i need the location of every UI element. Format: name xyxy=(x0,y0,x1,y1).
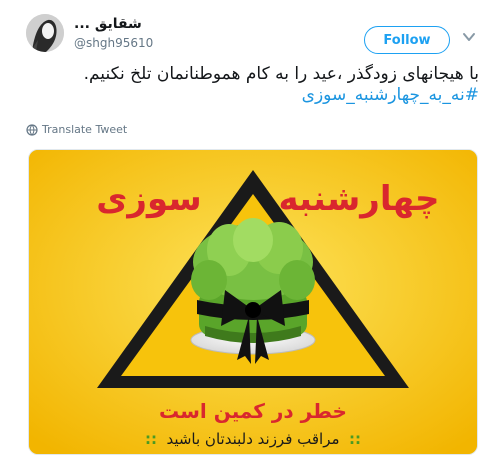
tweet-text-line: با هیجانهای زودگذر ،عید را به کام هموطنا… xyxy=(83,64,479,84)
hashtag-link[interactable]: #نه_به_چهارشنبه_سوزی xyxy=(19,85,479,106)
tweet-card: شقایق ... @shgh95610 Follow با هیجانهای … xyxy=(0,0,504,467)
avatar[interactable] xyxy=(26,14,64,52)
tweet-text: با هیجانهای زودگذر ،عید را به کام هموطنا… xyxy=(19,64,479,106)
poster-bullet-left: :: xyxy=(145,430,157,448)
poster-subtitle: مراقب فرزند دلبندتان باشید xyxy=(166,430,339,448)
poster-warning-text: خطر در کمین است xyxy=(159,399,347,423)
follow-button[interactable]: Follow xyxy=(364,26,450,54)
poster-bullet-right: :: xyxy=(349,430,361,448)
poster-title-word1: چهارشنبه xyxy=(278,179,439,219)
tweet-media-image[interactable]: چهارشنبه سوزی خطر در کمین است مراقب فرزن… xyxy=(28,149,478,455)
translate-label: Translate Tweet xyxy=(42,123,128,136)
sabzeh-sprouts xyxy=(191,218,315,343)
translate-tweet-link[interactable]: Translate Tweet xyxy=(26,123,127,136)
globe-icon xyxy=(26,123,38,136)
display-name[interactable]: شقایق ... xyxy=(74,16,142,32)
poster-title-word2: سوزی xyxy=(96,179,202,219)
avatar-image xyxy=(26,14,64,52)
chevron-down-icon[interactable] xyxy=(462,30,476,44)
user-handle[interactable]: @shgh95610 xyxy=(74,36,153,50)
poster-graphic: چهارشنبه سوزی خطر در کمین است مراقب فرزن… xyxy=(29,150,477,454)
